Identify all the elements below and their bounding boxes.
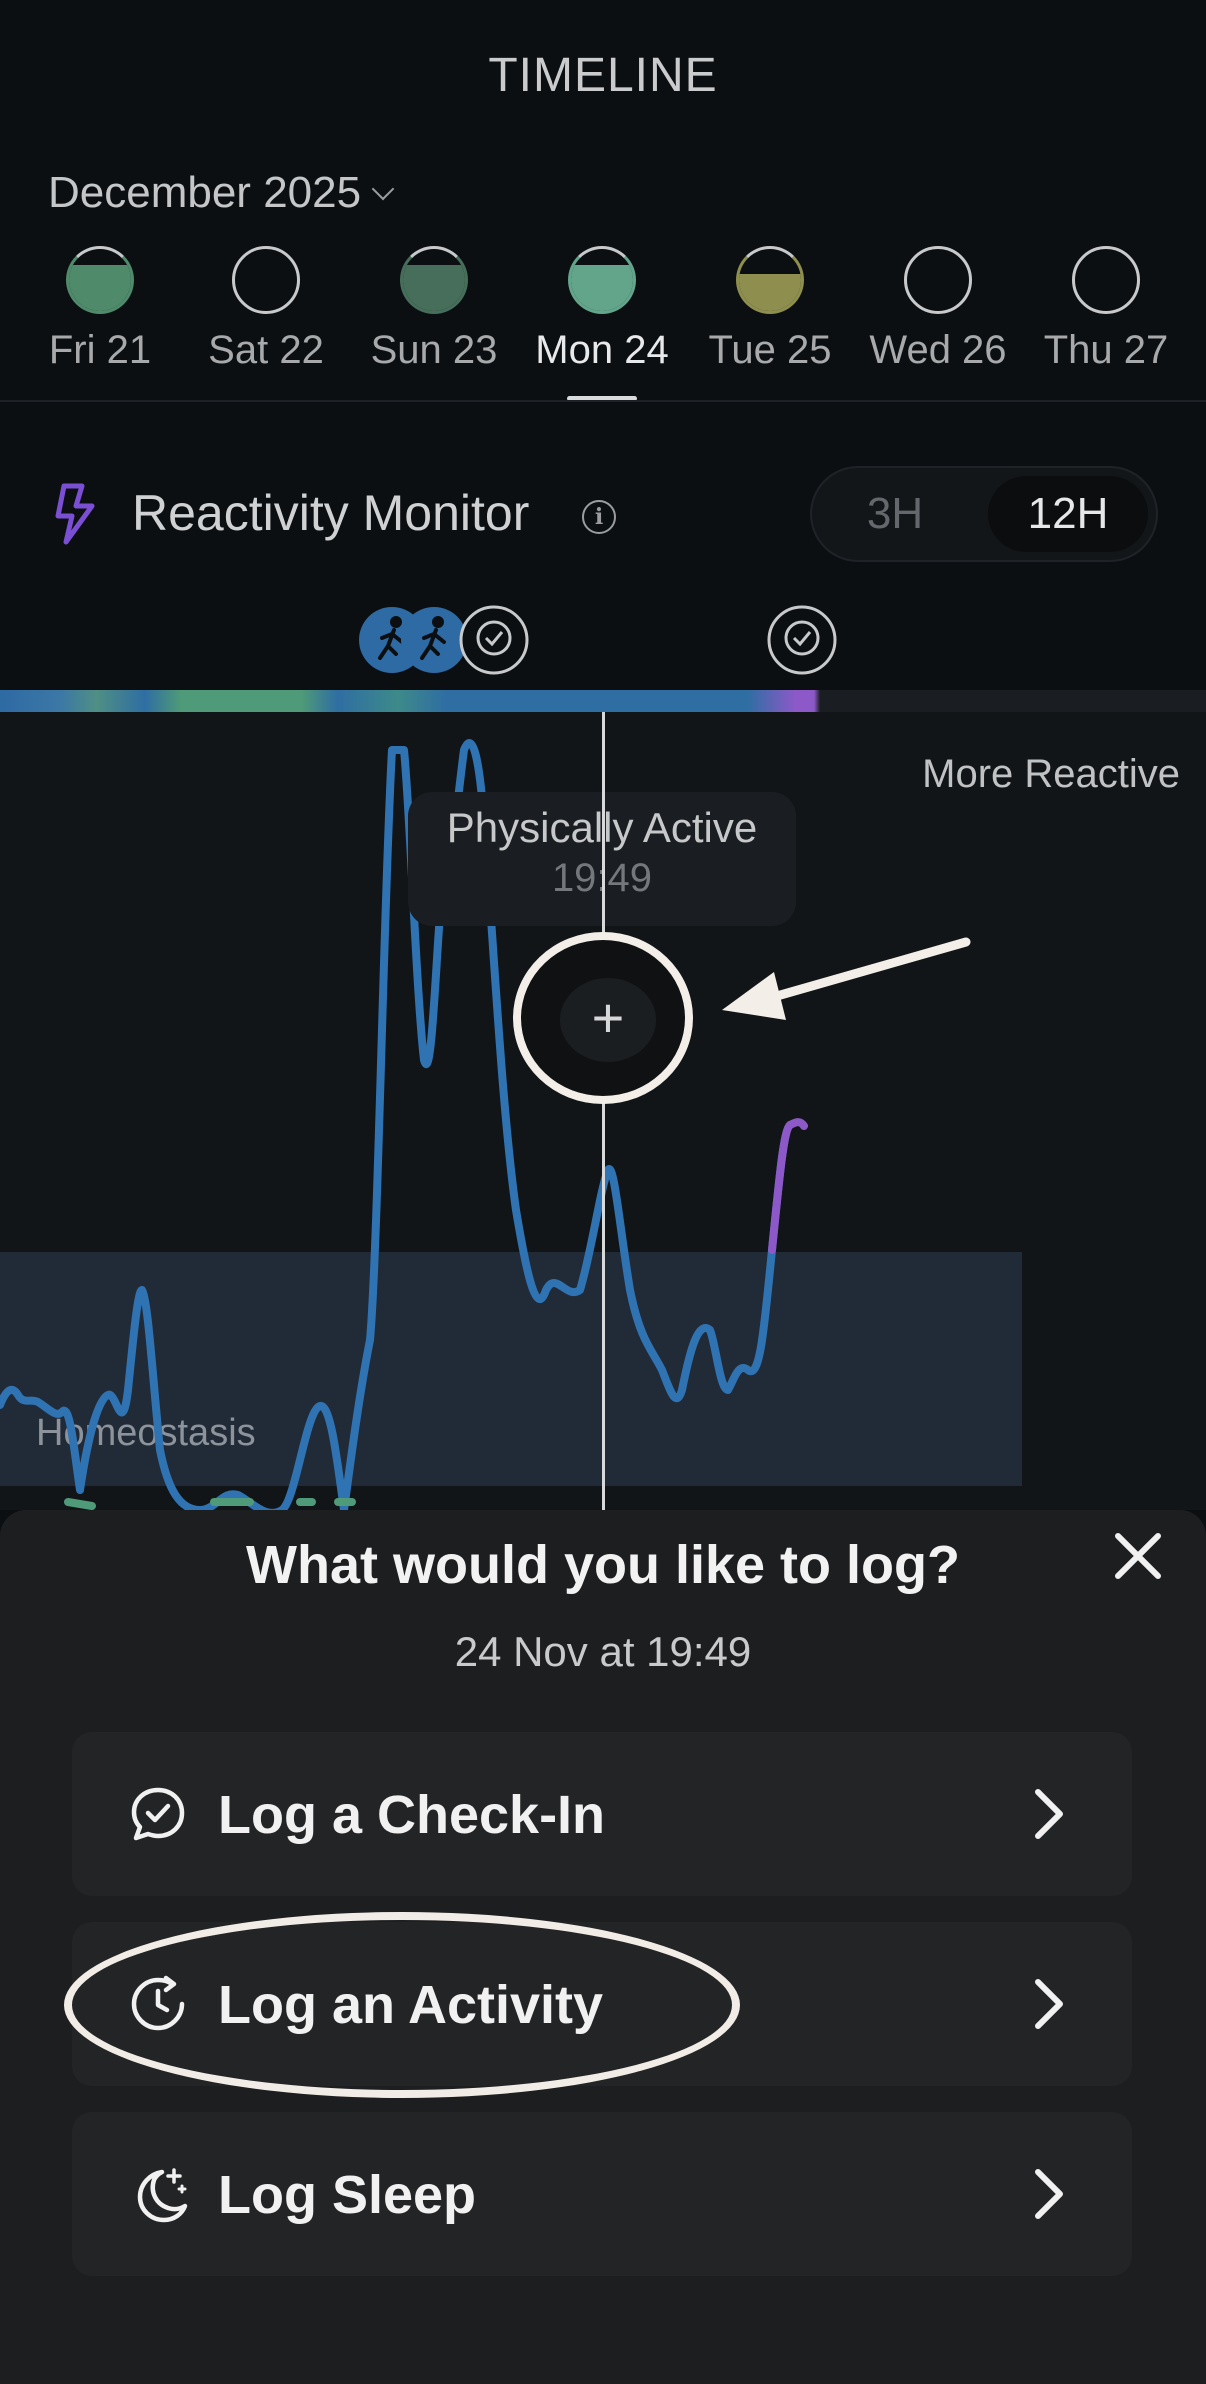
day-ring-fill [69,264,131,311]
day-label: Sat 22 [208,328,324,372]
check-in-icon[interactable] [767,605,837,675]
log-check-in-button[interactable]: Log a Check-In [72,1732,1132,1896]
day-sat-22[interactable]: Sat 22 [182,246,350,373]
day-label: Mon 24 [535,328,669,372]
close-icon[interactable] [1110,1528,1166,1584]
log-sleep-button[interactable]: Log Sleep [72,2112,1132,2276]
day-label: Tue 25 [708,328,832,372]
chevron-right-icon [1035,1789,1063,1839]
divider [0,400,1206,402]
plus-icon[interactable]: + [560,978,656,1062]
running-person-icon[interactable] [401,607,467,673]
day-fri-21[interactable]: Fri 21 [16,246,184,373]
page-title: TIMELINE [488,49,718,102]
event-markers [359,605,837,675]
day-ring-icon [904,246,972,314]
reactive-line-segment [768,1118,808,1254]
day-ring-icon [568,246,636,314]
day-ring-fill [403,264,465,311]
sheet-subtitle: 24 Nov at 19:49 [454,1628,752,1675]
day-ring-icon [66,246,134,314]
day-label: Wed 26 [869,328,1007,372]
chevron-right-icon [1035,2169,1063,2219]
highlight-ellipse [64,1912,740,2098]
day-label: Fri 21 [48,328,152,372]
day-ring-fill [739,273,801,311]
day-thu-27[interactable]: Thu 27 [1022,246,1190,373]
day-mon-24[interactable]: Mon 24 [518,246,686,373]
chevron-right-icon [1035,1979,1063,2029]
option-label: Log Sleep [218,2165,477,2225]
chevron-down-icon [371,177,395,201]
day-ring-icon [736,246,804,314]
bolt-icon [55,483,95,545]
toggle-3h[interactable]: 3H [810,466,980,562]
month-selector[interactable]: December 2025 [48,168,395,218]
day-ring-icon [1072,246,1140,314]
month-label: December 2025 [48,168,362,217]
monitor-title: Reactivity Monitor [132,485,530,541]
check-in-icon[interactable] [459,605,529,675]
day-label: Sun 23 [370,328,498,372]
time-cursor[interactable] [602,712,605,1512]
annotation-arrow-icon [722,937,971,1020]
day-tue-25[interactable]: Tue 25 [686,246,854,373]
day-ring-fill [571,264,633,311]
day-sun-23[interactable]: Sun 23 [350,246,518,373]
moon-stars-icon [137,2168,188,2223]
sheet-title: What would you like to log? [246,1535,960,1595]
info-icon[interactable]: i [582,500,616,534]
toggle-12h[interactable]: 12H [988,476,1148,552]
day-wed-26[interactable]: Wed 26 [854,246,1022,373]
day-label: Thu 27 [1043,328,1169,372]
day-ring-icon [400,246,468,314]
day-ring-icon [232,246,300,314]
chat-check-icon [131,1787,185,1841]
option-label: Log a Check-In [218,1785,606,1845]
